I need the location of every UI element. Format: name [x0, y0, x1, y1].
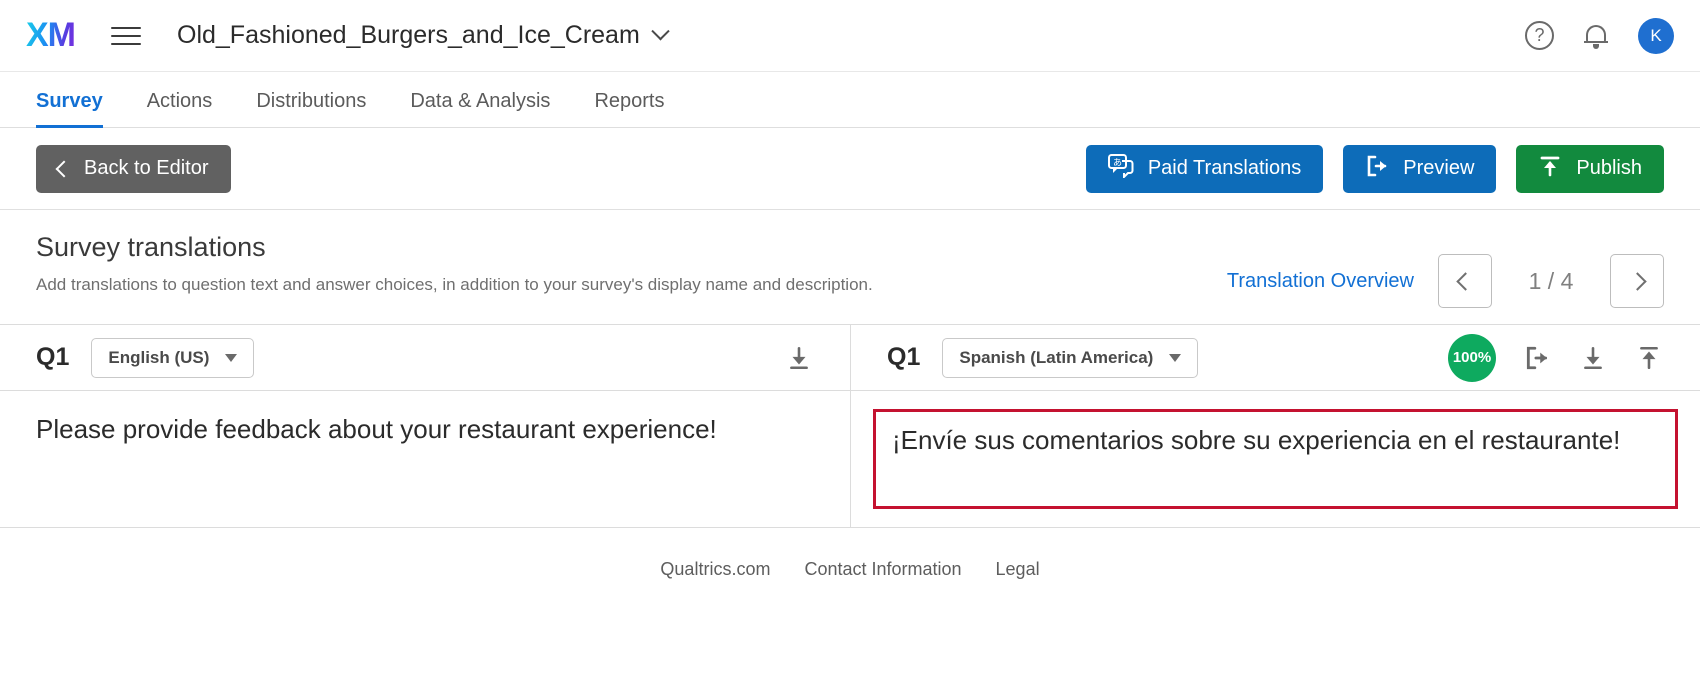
hamburger-line — [111, 26, 141, 29]
publish-upload-icon — [1538, 154, 1562, 184]
hamburger-line — [111, 34, 141, 37]
section-text-block: Survey translations Add translations to … — [36, 232, 873, 298]
svg-text:あ: あ — [1113, 157, 1122, 168]
download-translation-icon[interactable] — [1578, 343, 1608, 373]
help-icon[interactable]: ? — [1525, 21, 1554, 50]
survey-translations-header: Survey translations Add translations to … — [0, 210, 1700, 325]
upload-translation-icon[interactable] — [1634, 343, 1664, 373]
tab-survey[interactable]: Survey — [36, 90, 103, 128]
target-column-header: Q1 Spanish (Latin America) 100% — [851, 325, 1700, 391]
translation-grid: Q1 English (US) Please provide feedback … — [0, 325, 1700, 527]
preview-button[interactable]: Preview — [1343, 144, 1497, 193]
source-question-id: Q1 — [36, 343, 70, 371]
hamburger-menu-icon[interactable] — [111, 26, 141, 45]
chevron-down-icon — [651, 22, 670, 41]
chevron-right-icon — [1627, 271, 1647, 291]
target-text-cell: ¡Envíe sus comentarios sobre su experien… — [851, 391, 1700, 527]
tab-distributions[interactable]: Distributions — [256, 90, 366, 127]
chevron-down-icon — [1169, 353, 1182, 362]
source-question-text: Please provide feedback about your resta… — [36, 414, 717, 444]
xm-logo[interactable]: XM — [26, 16, 76, 55]
paid-translations-button[interactable]: あ Paid Translations — [1085, 144, 1324, 193]
help-icon-label: ? — [1534, 25, 1545, 45]
action-toolbar: Back to Editor あ Paid Translations Previ… — [0, 128, 1700, 210]
footer-link-qualtrics[interactable]: Qualtrics.com — [660, 559, 770, 580]
toolbar-right-group: あ Paid Translations Preview Publish — [1085, 144, 1664, 193]
avatar-initial: K — [1650, 25, 1662, 45]
next-page-button[interactable] — [1610, 254, 1664, 308]
hamburger-line — [111, 42, 141, 45]
page-description: Add translations to question text and an… — [36, 275, 873, 294]
publish-label: Publish — [1576, 157, 1642, 179]
translation-progress-label: 100% — [1452, 349, 1492, 366]
translation-overview-link[interactable]: Translation Overview — [1227, 270, 1414, 293]
export-translation-icon[interactable] — [1522, 343, 1552, 373]
target-question-id: Q1 — [887, 343, 921, 371]
chevron-left-icon — [55, 160, 73, 177]
back-to-editor-label: Back to Editor — [84, 157, 209, 179]
tab-reports[interactable]: Reports — [594, 90, 664, 127]
top-bar-actions: ? K — [1525, 17, 1674, 54]
top-bar: XM Old_Fashioned_Burgers_and_Ice_Cream ?… — [0, 0, 1700, 72]
download-source-icon[interactable] — [784, 343, 814, 373]
page-footer: Qualtrics.com Contact Information Legal — [0, 527, 1700, 611]
back-to-editor-button[interactable]: Back to Editor — [36, 144, 231, 193]
target-header-actions: 100% — [1448, 333, 1664, 382]
source-language-column: Q1 English (US) Please provide feedback … — [0, 325, 850, 527]
source-text-cell: Please provide feedback about your resta… — [0, 391, 850, 519]
bell-base — [1584, 41, 1608, 43]
page-indicator: 1 / 4 — [1528, 267, 1574, 294]
tab-data-and-analysis[interactable]: Data & Analysis — [410, 90, 550, 127]
avatar[interactable]: K — [1638, 17, 1674, 54]
page-title: Survey translations — [36, 232, 266, 262]
tab-actions[interactable]: Actions — [147, 90, 213, 127]
source-language-label: English (US) — [108, 347, 210, 367]
survey-name-label: Old_Fashioned_Burgers_and_Ice_Cream — [177, 21, 640, 49]
preview-export-icon — [1365, 154, 1389, 184]
target-language-column: Q1 Spanish (Latin America) 100% ¡Envíe s… — [850, 325, 1700, 527]
chevron-left-icon — [1455, 271, 1475, 291]
footer-link-contact-information[interactable]: Contact Information — [804, 559, 961, 580]
target-language-select[interactable]: Spanish (Latin America) — [942, 337, 1199, 378]
source-header-actions — [784, 343, 814, 373]
speech-bubble-translate-icon: あ — [1107, 153, 1134, 184]
notifications-bell-icon[interactable] — [1584, 22, 1608, 49]
preview-label: Preview — [1403, 157, 1475, 179]
translation-input[interactable]: ¡Envíe sus comentarios sobre su experien… — [873, 409, 1678, 509]
survey-name-dropdown[interactable]: Old_Fashioned_Burgers_and_Ice_Cream — [177, 21, 670, 50]
source-language-select[interactable]: English (US) — [91, 337, 255, 378]
footer-link-legal[interactable]: Legal — [996, 559, 1040, 580]
translation-progress-badge: 100% — [1448, 333, 1496, 382]
main-tab-nav: Survey Actions Distributions Data & Anal… — [0, 72, 1700, 128]
chevron-down-icon — [225, 353, 238, 362]
previous-page-button[interactable] — [1438, 254, 1492, 308]
source-column-header: Q1 English (US) — [0, 325, 850, 391]
paid-translations-label: Paid Translations — [1147, 157, 1302, 179]
section-controls: Translation Overview 1 / 4 — [1227, 232, 1664, 308]
target-language-label: Spanish (Latin America) — [959, 347, 1154, 367]
bell-clapper — [1593, 44, 1599, 49]
publish-button[interactable]: Publish — [1516, 144, 1664, 193]
